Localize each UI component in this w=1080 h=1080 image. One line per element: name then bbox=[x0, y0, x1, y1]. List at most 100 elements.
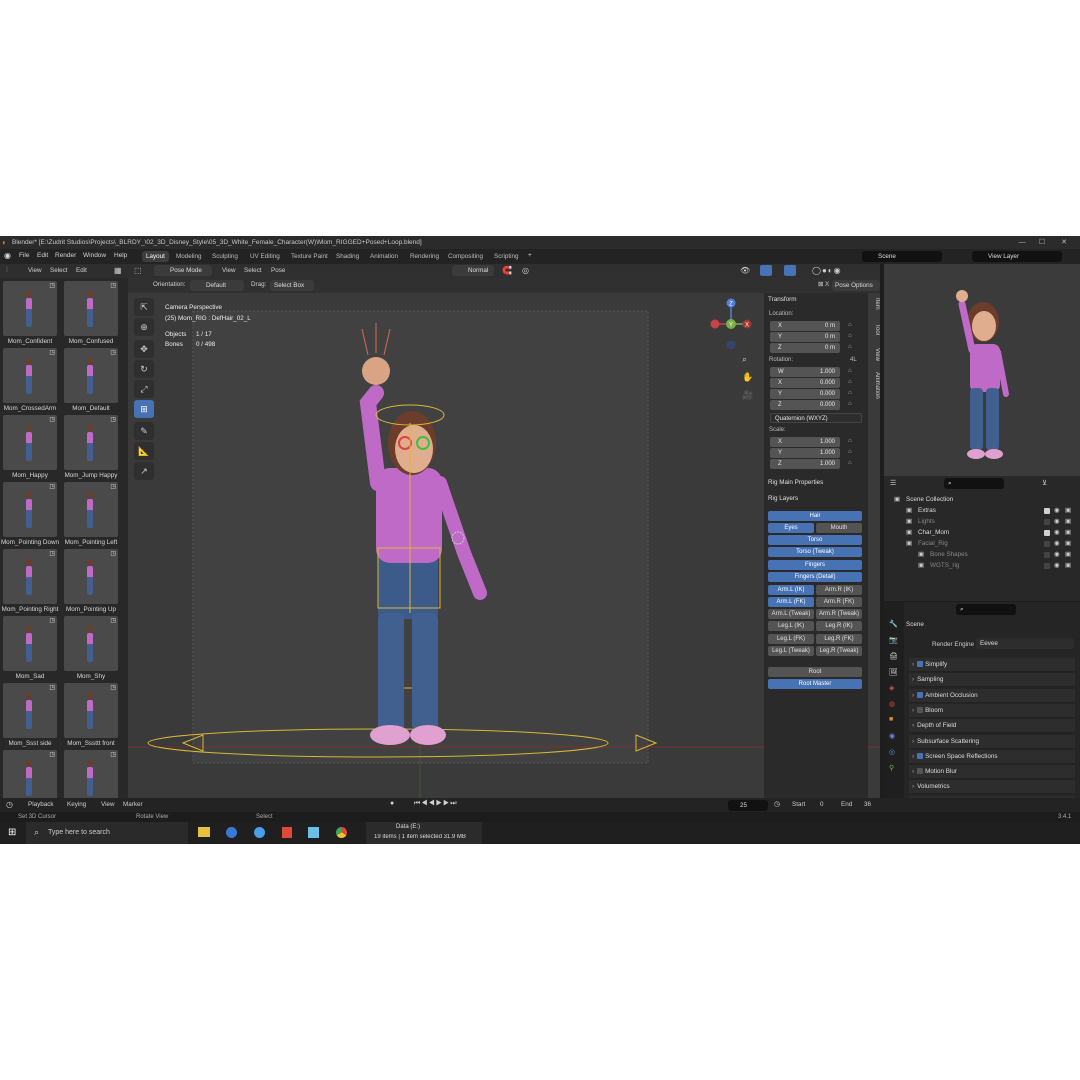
x-mirror-icon[interactable]: ⊠ X bbox=[818, 281, 829, 288]
cursor-tool-icon[interactable]: ⊕ bbox=[134, 318, 154, 336]
section-checkbox[interactable] bbox=[917, 753, 924, 760]
scale-x-field[interactable]: X 1.000 bbox=[770, 437, 840, 447]
lock-icon[interactable]: ⌂ bbox=[848, 401, 856, 409]
tab-rendering[interactable]: Rendering bbox=[406, 251, 443, 262]
asset-thumbnail[interactable]: ◳ bbox=[64, 348, 118, 403]
properties-search-input[interactable]: ⌕ bbox=[956, 604, 1016, 615]
asset-thumbnail[interactable]: ◳ bbox=[3, 281, 57, 336]
outliner-row[interactable]: ▣ Scene Collection bbox=[884, 494, 1080, 505]
section-checkbox[interactable] bbox=[917, 768, 924, 775]
asset-options-icon[interactable]: ◳ bbox=[49, 684, 55, 691]
gizmo-toggle-icon[interactable] bbox=[760, 265, 772, 276]
asset-thumbnail[interactable]: ◳ bbox=[3, 482, 57, 537]
location-x-field[interactable]: X0 m bbox=[770, 321, 840, 331]
viewport-menu-pose[interactable]: Pose bbox=[271, 267, 285, 274]
maximize-button[interactable]: ☐ bbox=[1032, 236, 1052, 249]
asset-thumbnail[interactable]: ◳ bbox=[64, 750, 118, 798]
property-section[interactable]: › Bloom bbox=[909, 703, 1075, 718]
asset-thumbnail[interactable]: ◳ bbox=[64, 549, 118, 604]
rotate-tool-icon[interactable]: ↻ bbox=[134, 360, 154, 378]
lock-icon[interactable]: ⌂ bbox=[848, 438, 856, 446]
timeline-menu-keying[interactable]: Keying bbox=[67, 801, 86, 808]
figma-icon[interactable] bbox=[282, 827, 292, 838]
pan-hand-icon[interactable]: ✋ bbox=[742, 372, 753, 383]
tab-tool[interactable]: Tool bbox=[869, 324, 880, 335]
viewport-menu-view[interactable]: View bbox=[222, 267, 236, 274]
outliner-row[interactable]: ▣ Extras ◉ ▣ bbox=[884, 505, 1080, 516]
camera-icon[interactable]: ▣ bbox=[1065, 516, 1071, 527]
rig-layer-arm-r-ik-button[interactable]: Arm.R (IK) bbox=[816, 585, 862, 595]
visibility-icon[interactable]: 👁 bbox=[740, 266, 750, 275]
lock-icon[interactable]: ⌂ bbox=[848, 379, 856, 387]
asset-options-icon[interactable]: ◳ bbox=[110, 550, 116, 557]
menu-file[interactable]: File bbox=[19, 252, 29, 259]
exclude-checkbox[interactable] bbox=[1044, 541, 1050, 547]
asset-options-icon[interactable]: ◳ bbox=[49, 416, 55, 423]
record-icon[interactable]: ● bbox=[390, 800, 394, 807]
physics-tab-icon[interactable]: ◉ bbox=[889, 732, 895, 740]
timeline-menu-view[interactable]: View bbox=[101, 801, 115, 808]
menu-help[interactable]: Help bbox=[114, 252, 127, 259]
overlay-toggle-icon[interactable] bbox=[784, 265, 796, 276]
section-checkbox[interactable] bbox=[917, 707, 924, 714]
outliner-row[interactable]: ▣ Bone Shapes ◉ ▣ bbox=[884, 549, 1080, 560]
windows-start-icon[interactable]: ⊞ bbox=[8, 827, 16, 838]
rig-layer-leg-l-ik-button[interactable]: Leg.L (IK) bbox=[768, 621, 814, 631]
scale-tool-icon[interactable]: ⤢ bbox=[134, 380, 154, 398]
tab-scripting[interactable]: Scripting bbox=[490, 251, 523, 262]
exclude-checkbox[interactable] bbox=[1044, 530, 1050, 536]
editor-type-icon[interactable]: ⫶ bbox=[6, 267, 8, 275]
asset-thumbnail[interactable]: ◳ bbox=[64, 482, 118, 537]
file-explorer-icon[interactable] bbox=[198, 827, 210, 837]
asset-thumbnail[interactable]: ◳ bbox=[64, 415, 118, 470]
grid-view-icon[interactable]: ▦ bbox=[114, 266, 122, 275]
outliner-row[interactable]: ▣ Facial_Rig ◉ ▣ bbox=[884, 538, 1080, 549]
output-tab-icon[interactable]: 🖨 bbox=[889, 652, 898, 660]
rig-layer-leg-r-fk-button[interactable]: Leg.R (FK) bbox=[816, 634, 862, 644]
rig-layer-fingers-detail-button[interactable]: Fingers (Detail) bbox=[768, 572, 862, 582]
rotation-y-field[interactable]: Y 0.000 bbox=[770, 389, 840, 399]
rig-layers-title[interactable]: Rig Layers bbox=[768, 495, 866, 506]
rig-layer-leg-l-tweak-button[interactable]: Leg.L (Tweak) bbox=[768, 646, 814, 656]
transform-orientation[interactable]: Normal bbox=[452, 265, 494, 276]
scale-y-field[interactable]: Y 1.000 bbox=[770, 448, 840, 458]
tab-compositing[interactable]: Compositing bbox=[444, 251, 487, 262]
exclude-checkbox[interactable] bbox=[1044, 519, 1050, 525]
tab-view[interactable]: View bbox=[869, 348, 880, 361]
snap-icon[interactable]: 🧲 bbox=[502, 266, 512, 275]
asset-options-icon[interactable]: ◳ bbox=[49, 550, 55, 557]
orientation-dropdown[interactable]: Default bbox=[190, 280, 244, 291]
section-checkbox[interactable] bbox=[917, 661, 924, 668]
blender-menu-icon[interactable]: ◉ bbox=[4, 251, 11, 260]
view-layer-tab-icon[interactable]: 🖼 bbox=[889, 668, 898, 676]
property-section[interactable]: › Simplify bbox=[909, 658, 1075, 672]
object-tab-icon[interactable]: ■ bbox=[889, 716, 893, 723]
exclude-checkbox[interactable] bbox=[1044, 508, 1050, 514]
chrome-icon[interactable] bbox=[336, 827, 347, 838]
eye-icon[interactable]: ◉ bbox=[1054, 516, 1060, 527]
asset-thumbnail[interactable]: ◳ bbox=[64, 616, 118, 671]
property-section[interactable]: › Sampling bbox=[909, 673, 1075, 688]
add-workspace-button[interactable]: + bbox=[528, 252, 532, 259]
constraints-tab-icon[interactable]: ◎ bbox=[889, 748, 895, 756]
tool-tab-icon[interactable]: 🔧 bbox=[889, 620, 898, 628]
lock-icon[interactable]: ⌂ bbox=[848, 333, 856, 341]
outliner-row[interactable]: ▣ WGTS_rig ◉ ▣ bbox=[884, 560, 1080, 571]
location-z-field[interactable]: Z0 m bbox=[770, 343, 840, 353]
rig-layer-torso-button[interactable]: Torso bbox=[768, 535, 862, 545]
select-tool-icon[interactable]: ⇱ bbox=[134, 298, 154, 316]
tab-item[interactable]: Item bbox=[869, 298, 880, 310]
rotation-x-field[interactable]: X 0.000 bbox=[770, 378, 840, 388]
minimize-button[interactable]: — bbox=[1012, 236, 1032, 249]
app-icon[interactable] bbox=[254, 827, 265, 838]
asset-options-icon[interactable]: ◳ bbox=[49, 483, 55, 490]
lock-icon[interactable]: ⌂ bbox=[848, 449, 856, 457]
timeline-menu-playback[interactable]: Playback bbox=[28, 801, 54, 808]
3d-viewport[interactable]: ⬚ Pose Mode View Select Pose Normal 🧲 ◎ … bbox=[128, 264, 880, 798]
property-section[interactable]: › Subsurface Scattering bbox=[909, 734, 1075, 749]
mode-selector[interactable]: Pose Mode bbox=[154, 265, 212, 276]
transform-tool-icon[interactable]: ⊞ bbox=[134, 400, 154, 418]
rig-main-properties-title[interactable]: Rig Main Properties bbox=[768, 479, 866, 490]
scene-tab-icon[interactable]: ◈ bbox=[889, 684, 894, 692]
asset-menu-edit[interactable]: Edit bbox=[76, 267, 87, 274]
